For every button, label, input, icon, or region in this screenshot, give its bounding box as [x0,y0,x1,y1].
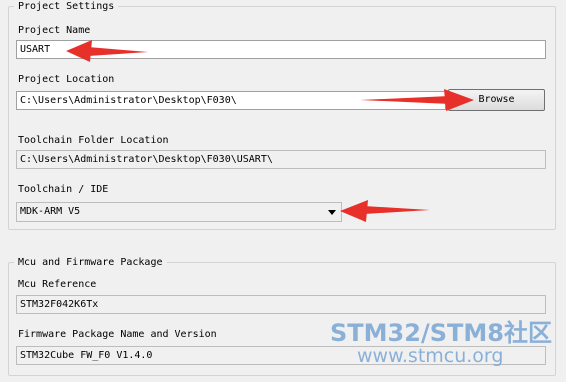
project-settings-title: Project Settings [14,1,119,13]
toolchain-folder-input[interactable]: C:\Users\Administrator\Desktop\F030\USAR… [16,150,546,169]
toolchain-ide-label: Toolchain / IDE [18,184,109,195]
watermark-url: www.stmcu.org [357,345,504,367]
project-name-input[interactable]: USART [16,40,546,59]
project-name-label: Project Name [18,25,91,36]
firmware-package-label: Firmware Package Name and Version [18,329,217,340]
watermark-title: STM32/STM8社区 [330,319,552,347]
mcu-reference-label: Mcu Reference [18,279,97,290]
mcu-reference-field: STM32F042K6Tx [16,295,546,314]
project-location-label: Project Location [18,74,115,85]
stmcu-watermark: STM32/STM8社区 www.stmcu.org [330,320,562,366]
mcu-package-title: Mcu and Firmware Package [14,257,167,269]
toolchain-ide-select[interactable]: MDK-ARM V5 [16,202,342,222]
toolchain-folder-label: Toolchain Folder Location [18,135,169,146]
project-location-input[interactable]: C:\Users\Administrator\Desktop\F030\ [16,91,446,110]
browse-button[interactable]: Browse [448,89,545,111]
toolchain-ide-value: MDK-ARM V5 [20,206,81,217]
chevron-down-icon[interactable] [328,210,336,215]
